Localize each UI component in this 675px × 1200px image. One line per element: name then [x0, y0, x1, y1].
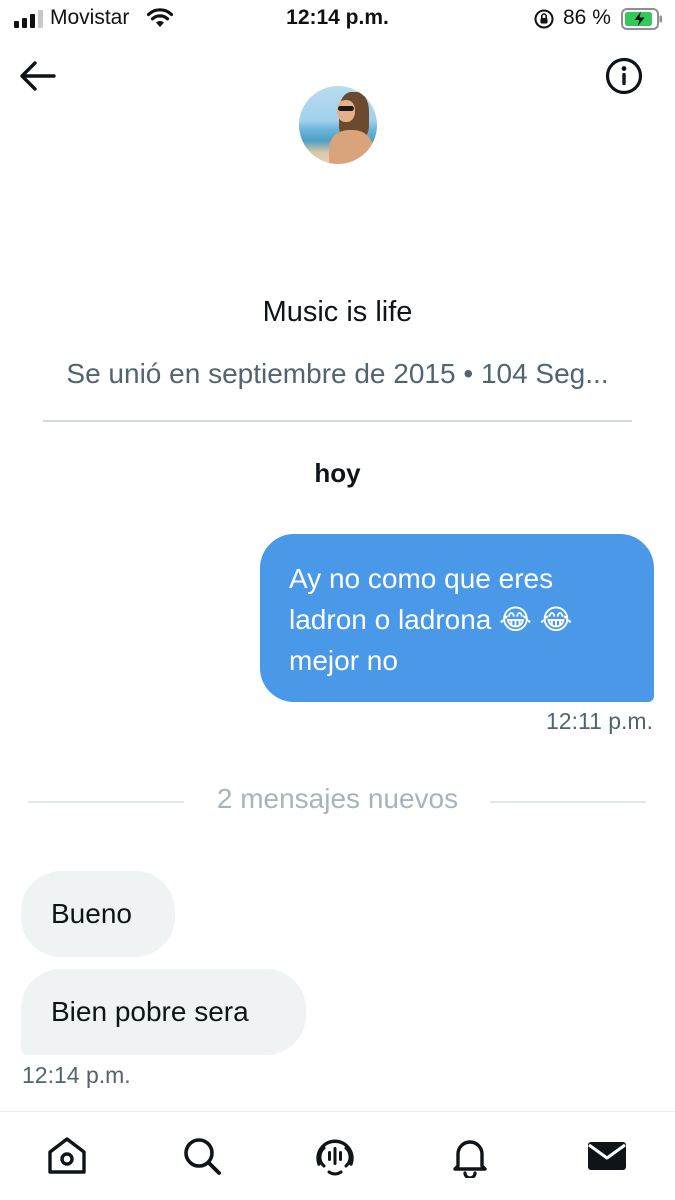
notifications-bell-icon[interactable]	[448, 1134, 492, 1178]
separator-line	[490, 801, 646, 803]
spaces-icon[interactable]	[313, 1134, 357, 1178]
received-message-bubble[interactable]: Bueno	[21, 871, 175, 957]
info-icon[interactable]	[604, 56, 644, 96]
dm-conversation-screen: Movistar 12:14 p.m. 86 % R…S	[0, 0, 675, 1200]
sent-message-line: ladron o ladrona 😂 😂	[289, 604, 573, 635]
back-arrow-icon[interactable]	[18, 58, 58, 94]
battery-percentage: 86 %	[563, 6, 611, 29]
profile-bio: Music is life	[262, 296, 413, 328]
received-message-bubble[interactable]: Bien pobre sera	[21, 969, 306, 1055]
day-label: hoy	[314, 458, 361, 488]
home-icon[interactable]	[45, 1134, 89, 1178]
received-message-time: 12:14 p.m.	[22, 1062, 131, 1088]
status-bar: Movistar 12:14 p.m. 86 %	[0, 0, 675, 40]
search-icon[interactable]	[180, 1134, 224, 1178]
battery-charging-icon	[621, 8, 662, 30]
new-messages-label: 2 mensajes nuevos	[216, 783, 459, 814]
rotation-lock-icon	[534, 9, 554, 29]
divider	[43, 420, 632, 422]
sent-message-bubble[interactable]: Ay no como que eres ladron o ladrona 😂 😂…	[260, 534, 654, 702]
messages-envelope-icon[interactable]	[585, 1134, 629, 1178]
sent-message-line: Ay no como que eres	[289, 563, 554, 594]
avatar[interactable]	[299, 86, 377, 164]
bottom-nav	[0, 1111, 675, 1200]
sent-message-time: 12:11 p.m.	[546, 708, 653, 734]
profile-joined-info[interactable]: Se unió en septiembre de 2015 • 104 Seg.…	[0, 358, 675, 390]
sent-message-line: mejor no	[289, 645, 398, 676]
